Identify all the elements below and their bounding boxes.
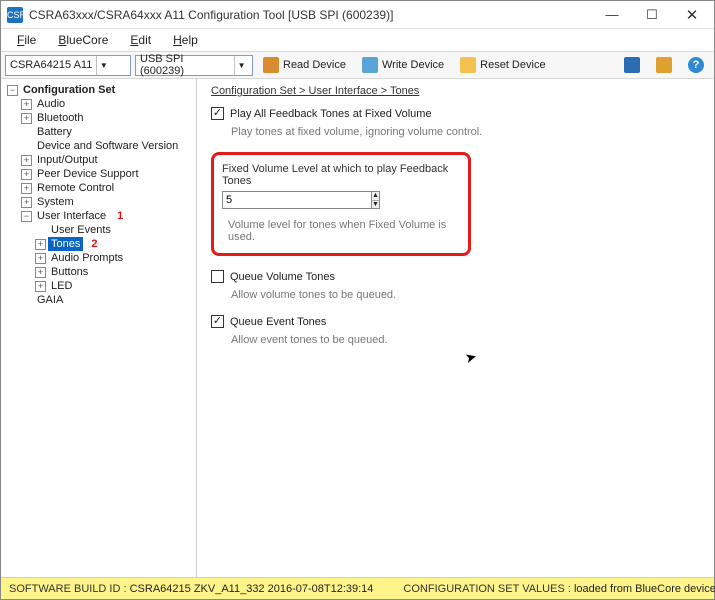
- status-build-val: CSRA64215 ZKV_A11_332 2016-07-08T12:39:1…: [130, 583, 374, 595]
- tree-item-remote[interactable]: +Remote Control: [21, 181, 194, 195]
- expand-icon[interactable]: +: [35, 239, 46, 250]
- menu-bluecore[interactable]: BlueCore: [50, 31, 116, 49]
- toolbar: CSRA64215 A11 ▼ USB SPI (600239) ▼ Read …: [1, 51, 714, 79]
- play-all-label: Play All Feedback Tones at Fixed Volume: [230, 108, 432, 120]
- titlebar: CSR CSRA63xxx/CSRA64xxx A11 Configuratio…: [1, 1, 714, 29]
- tree-item-gaia[interactable]: GAIA: [21, 293, 194, 307]
- expand-icon[interactable]: +: [21, 197, 32, 208]
- menu-file[interactable]: File: [9, 31, 44, 49]
- annotation-1: 1: [117, 209, 123, 223]
- write-icon: [362, 57, 378, 73]
- help-button[interactable]: ?: [682, 55, 710, 75]
- device-combo-value: CSRA64215 A11: [10, 59, 92, 71]
- tree-item-system[interactable]: +System: [21, 195, 194, 209]
- chevron-down-icon: ▼: [234, 56, 248, 75]
- fixed-volume-desc: Volume level for tones when Fixed Volume…: [228, 219, 456, 243]
- queue-event-desc: Allow event tones to be queued.: [231, 334, 700, 346]
- settings-button[interactable]: [650, 55, 678, 75]
- play-all-checkbox[interactable]: [211, 107, 224, 120]
- queue-event-label: Queue Event Tones: [230, 316, 326, 328]
- write-device-button[interactable]: Write Device: [356, 55, 450, 75]
- main-area: − Configuration Set +Audio +Bluetooth Ba…: [1, 79, 714, 577]
- expand-icon[interactable]: +: [21, 99, 32, 110]
- read-device-label: Read Device: [283, 59, 346, 71]
- tree-item-buttons[interactable]: +Buttons: [35, 265, 194, 279]
- minimize-button[interactable]: —: [592, 1, 632, 29]
- save-icon: [624, 57, 640, 73]
- tree-item-peer[interactable]: +Peer Device Support: [21, 167, 194, 181]
- tree-item-bluetooth[interactable]: +Bluetooth: [21, 111, 194, 125]
- tree-root[interactable]: − Configuration Set: [7, 83, 194, 97]
- transport-combo[interactable]: USB SPI (600239) ▼: [135, 55, 253, 76]
- reset-device-label: Reset Device: [480, 59, 545, 71]
- app-icon: CSR: [7, 7, 23, 23]
- content-pane: Configuration Set > User Interface > Ton…: [197, 79, 714, 577]
- fixed-volume-label: Fixed Volume Level at which to play Feed…: [222, 163, 456, 187]
- fixed-volume-group: Fixed Volume Level at which to play Feed…: [211, 152, 471, 256]
- expand-icon[interactable]: +: [35, 253, 46, 264]
- status-build-key: SOFTWARE BUILD ID :: [9, 583, 127, 595]
- queue-volume-label: Queue Volume Tones: [230, 271, 335, 283]
- reset-icon: [460, 57, 476, 73]
- status-cfg-key: CONFIGURATION SET VALUES :: [403, 583, 570, 595]
- queue-volume-checkbox[interactable]: [211, 270, 224, 283]
- tree-item-io[interactable]: +Input/Output: [21, 153, 194, 167]
- window-title: CSRA63xxx/CSRA64xxx A11 Configuration To…: [29, 8, 592, 22]
- tree-item-audio-prompts[interactable]: +Audio Prompts: [35, 251, 194, 265]
- expand-icon[interactable]: +: [21, 183, 32, 194]
- transport-combo-value: USB SPI (600239): [140, 53, 230, 77]
- collapse-icon[interactable]: −: [21, 211, 32, 222]
- expand-icon[interactable]: +: [21, 155, 32, 166]
- spinner-up-icon[interactable]: ▲: [372, 192, 379, 201]
- menu-help[interactable]: Help: [165, 31, 206, 49]
- queue-volume-desc: Allow volume tones to be queued.: [231, 289, 700, 301]
- close-button[interactable]: ✕: [672, 1, 712, 29]
- read-device-button[interactable]: Read Device: [257, 55, 352, 75]
- tree-item-battery[interactable]: Battery: [21, 125, 194, 139]
- tree-item-tones[interactable]: + Tones 2: [35, 237, 194, 251]
- write-device-label: Write Device: [382, 59, 444, 71]
- tree-item-led[interactable]: +LED: [35, 279, 194, 293]
- fixed-volume-input[interactable]: [222, 191, 371, 209]
- gear-icon: [656, 57, 672, 73]
- collapse-icon[interactable]: −: [7, 85, 18, 96]
- read-icon: [263, 57, 279, 73]
- maximize-button[interactable]: ☐: [632, 1, 672, 29]
- fixed-volume-spinner[interactable]: ▲ ▼: [222, 191, 322, 209]
- expand-icon[interactable]: +: [35, 267, 46, 278]
- chevron-down-icon: ▼: [96, 56, 110, 75]
- tree-item-user-events[interactable]: User Events: [35, 223, 194, 237]
- expand-icon[interactable]: +: [21, 169, 32, 180]
- menubar: File BlueCore Edit Help: [1, 29, 714, 51]
- tree-item-devsw[interactable]: Device and Software Version: [21, 139, 194, 153]
- breadcrumb[interactable]: Configuration Set > User Interface > Ton…: [211, 85, 419, 97]
- expand-icon[interactable]: +: [21, 113, 32, 124]
- save-button[interactable]: [618, 55, 646, 75]
- annotation-2: 2: [91, 237, 97, 251]
- tree-root-label: Configuration Set: [20, 83, 118, 97]
- play-all-desc: Play tones at fixed volume, ignoring vol…: [231, 126, 700, 138]
- status-cfg-val: loaded from BlueCore device: [574, 583, 715, 595]
- tree-item-user-interface[interactable]: − User Interface 1: [21, 209, 194, 223]
- reset-device-button[interactable]: Reset Device: [454, 55, 551, 75]
- statusbar: SOFTWARE BUILD ID : CSRA64215 ZKV_A11_33…: [1, 577, 714, 599]
- expand-icon[interactable]: +: [35, 281, 46, 292]
- tree-item-audio[interactable]: +Audio: [21, 97, 194, 111]
- help-icon: ?: [688, 57, 704, 73]
- device-combo[interactable]: CSRA64215 A11 ▼: [5, 55, 131, 76]
- menu-edit[interactable]: Edit: [122, 31, 159, 49]
- spinner-down-icon[interactable]: ▼: [372, 201, 379, 209]
- nav-tree[interactable]: − Configuration Set +Audio +Bluetooth Ba…: [1, 79, 197, 577]
- queue-event-checkbox[interactable]: [211, 315, 224, 328]
